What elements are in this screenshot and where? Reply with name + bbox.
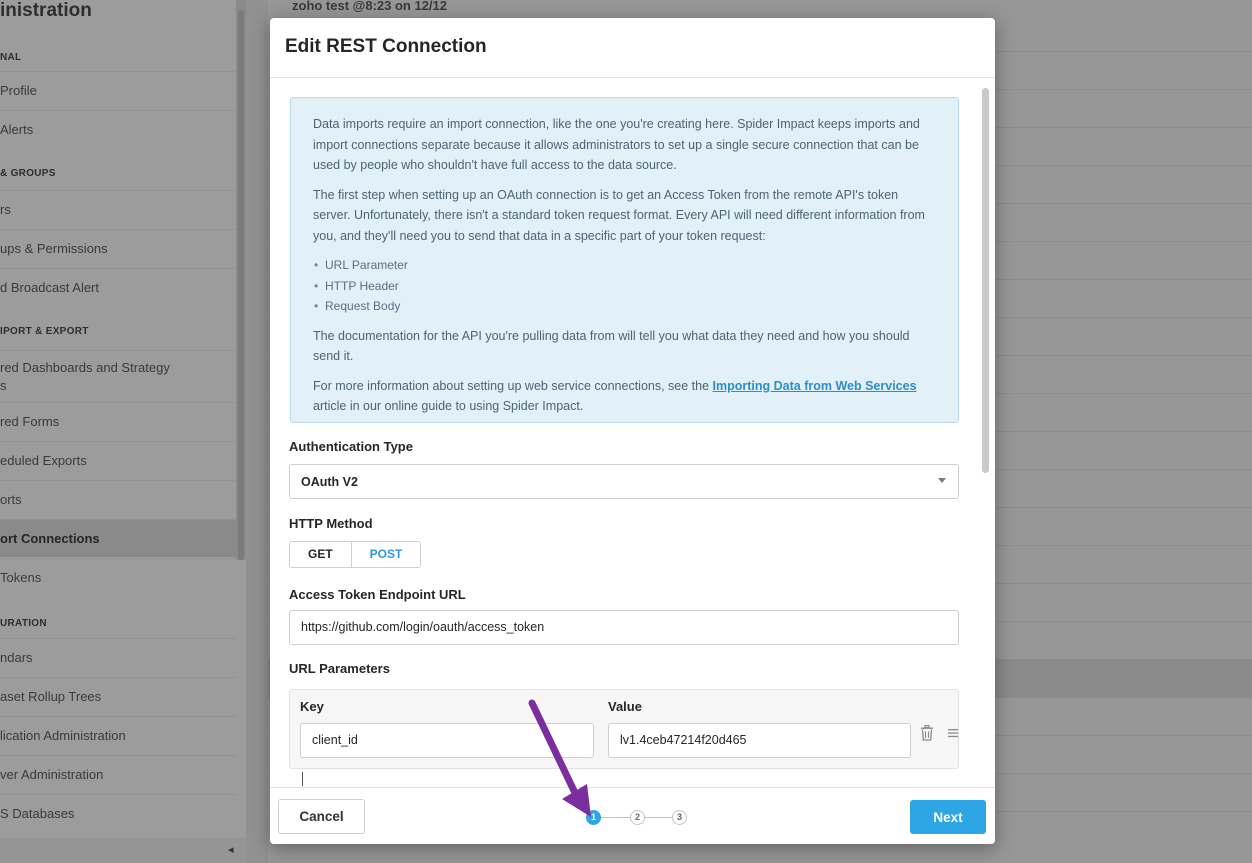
sidebar-item-groups-permissions[interactable]: ups & Permissions xyxy=(0,229,236,267)
sidebar-scrollbar-thumb[interactable] xyxy=(238,10,244,560)
info-bullet: HTTP Header xyxy=(313,276,936,297)
sidebar-item-import-connections[interactable]: ort Connections xyxy=(0,519,236,557)
http-method-toggle: GET POST xyxy=(289,541,422,568)
info-text: article in our online guide to using Spi… xyxy=(313,399,584,413)
sidebar-item-application-administration[interactable]: lication Administration xyxy=(0,716,236,754)
sidebar-item-api-tokens[interactable]: Tokens xyxy=(0,558,236,596)
sidebar-item-dataset-rollup-trees[interactable]: aset Rollup Trees xyxy=(0,677,236,715)
next-button[interactable]: Next xyxy=(910,800,986,834)
sidebar-scrollbar[interactable] xyxy=(236,0,246,560)
sidebar-item-users[interactable]: rs xyxy=(0,190,236,228)
text-cursor xyxy=(302,772,303,786)
endpoint-url-input[interactable]: https://github.com/login/oauth/access_to… xyxy=(289,610,959,645)
info-bullet: Request Body xyxy=(313,296,936,317)
sidebar-section-import-export: IPORT & EXPORT xyxy=(0,326,89,337)
sidebar-section-users-groups: & GROUPS xyxy=(0,168,56,179)
info-bullet-list: URL Parameter HTTP Header Request Body xyxy=(313,255,936,317)
dialog-body[interactable]: Data imports require an import connectio… xyxy=(270,79,995,787)
info-text: For more information about setting up we… xyxy=(313,378,713,393)
cancel-button[interactable]: Cancel xyxy=(278,799,365,834)
param-value-header: Value xyxy=(608,699,642,714)
info-paragraph: Data imports require an import connectio… xyxy=(313,117,920,172)
info-paragraph: The first step when setting up an OAuth … xyxy=(313,187,925,243)
dialog-scrollbar-thumb[interactable] xyxy=(982,88,989,473)
sidebar-section-personal: NAL xyxy=(0,52,22,63)
http-method-get-button[interactable]: GET xyxy=(290,542,351,567)
step-connector xyxy=(645,817,672,818)
sidebar-item-calendars[interactable]: ndars xyxy=(0,638,236,676)
sidebar-item-label: red Dashboards and Strategy xyxy=(0,360,170,375)
sidebar-item-alerts[interactable]: Alerts xyxy=(0,110,236,148)
endpoint-url-label: Access Token Endpoint URL xyxy=(289,587,466,602)
sidebar-item-shared-dashboards[interactable]: red Dashboards and Strategy s xyxy=(0,350,236,404)
url-parameters-label: URL Parameters xyxy=(289,661,390,676)
drag-handle-icon[interactable] xyxy=(948,728,958,738)
auth-type-select[interactable]: OAuth V2 xyxy=(289,464,959,499)
trash-icon[interactable] xyxy=(920,725,934,741)
dialog-title: Edit REST Connection xyxy=(285,36,487,57)
sidebar-item-databases[interactable]: S Databases xyxy=(0,794,236,832)
sidebar-item-shared-forms[interactable]: red Forms xyxy=(0,402,236,440)
info-paragraph: For more information about setting up we… xyxy=(313,376,936,417)
param-key-input[interactable]: client_id xyxy=(300,723,594,758)
wizard-stepper: 1 2 3 xyxy=(586,810,687,826)
sidebar-item-scheduled-exports[interactable]: eduled Exports xyxy=(0,441,236,479)
sidebar-item-label-wrap: s xyxy=(0,378,7,393)
url-parameters-table: Key Value client_id lv1.4ceb47214f20d465 xyxy=(289,689,959,769)
info-paragraph: The documentation for the API you're pul… xyxy=(313,328,910,364)
sidebar-footer: ◂ xyxy=(0,838,246,863)
sidebar-item-profile[interactable]: Profile xyxy=(0,71,236,109)
step-connector xyxy=(601,817,630,818)
http-method-label: HTTP Method xyxy=(289,516,373,531)
sidebar-section-configuration: URATION xyxy=(0,618,47,629)
help-article-link[interactable]: Importing Data from Web Services xyxy=(713,379,917,393)
sidebar-item-broadcast-alert[interactable]: d Broadcast Alert xyxy=(0,268,236,306)
info-bullet: URL Parameter xyxy=(313,255,936,276)
auth-type-value: OAuth V2 xyxy=(301,475,358,489)
dialog-footer: Cancel 1 2 3 Next xyxy=(270,787,995,844)
sidebar-item-imports[interactable]: orts xyxy=(0,480,236,518)
admin-sidebar: inistration NAL Profile Alerts & GROUPS … xyxy=(0,0,246,863)
sidebar-title: inistration xyxy=(0,0,92,21)
auth-type-label: Authentication Type xyxy=(289,439,413,454)
dialog-header: Edit REST Connection xyxy=(270,18,995,78)
step-indicator-current: 1 xyxy=(586,810,601,825)
sidebar-item-server-administration[interactable]: ver Administration xyxy=(0,755,236,793)
step-indicator: 2 xyxy=(630,810,645,825)
dialog-scrollbar[interactable] xyxy=(982,86,989,786)
edit-rest-connection-dialog: Edit REST Connection Data imports requir… xyxy=(270,18,995,844)
step-indicator: 3 xyxy=(672,810,687,825)
collapse-sidebar-icon[interactable]: ◂ xyxy=(228,843,234,856)
http-method-post-button[interactable]: POST xyxy=(350,542,421,567)
chevron-down-icon xyxy=(938,478,946,483)
info-callout: Data imports require an import connectio… xyxy=(290,97,959,423)
param-value-input[interactable]: lv1.4ceb47214f20d465 xyxy=(608,723,911,758)
param-key-header: Key xyxy=(300,699,324,714)
list-item-title: zoho test @8:23 on 12/12 xyxy=(292,0,447,13)
